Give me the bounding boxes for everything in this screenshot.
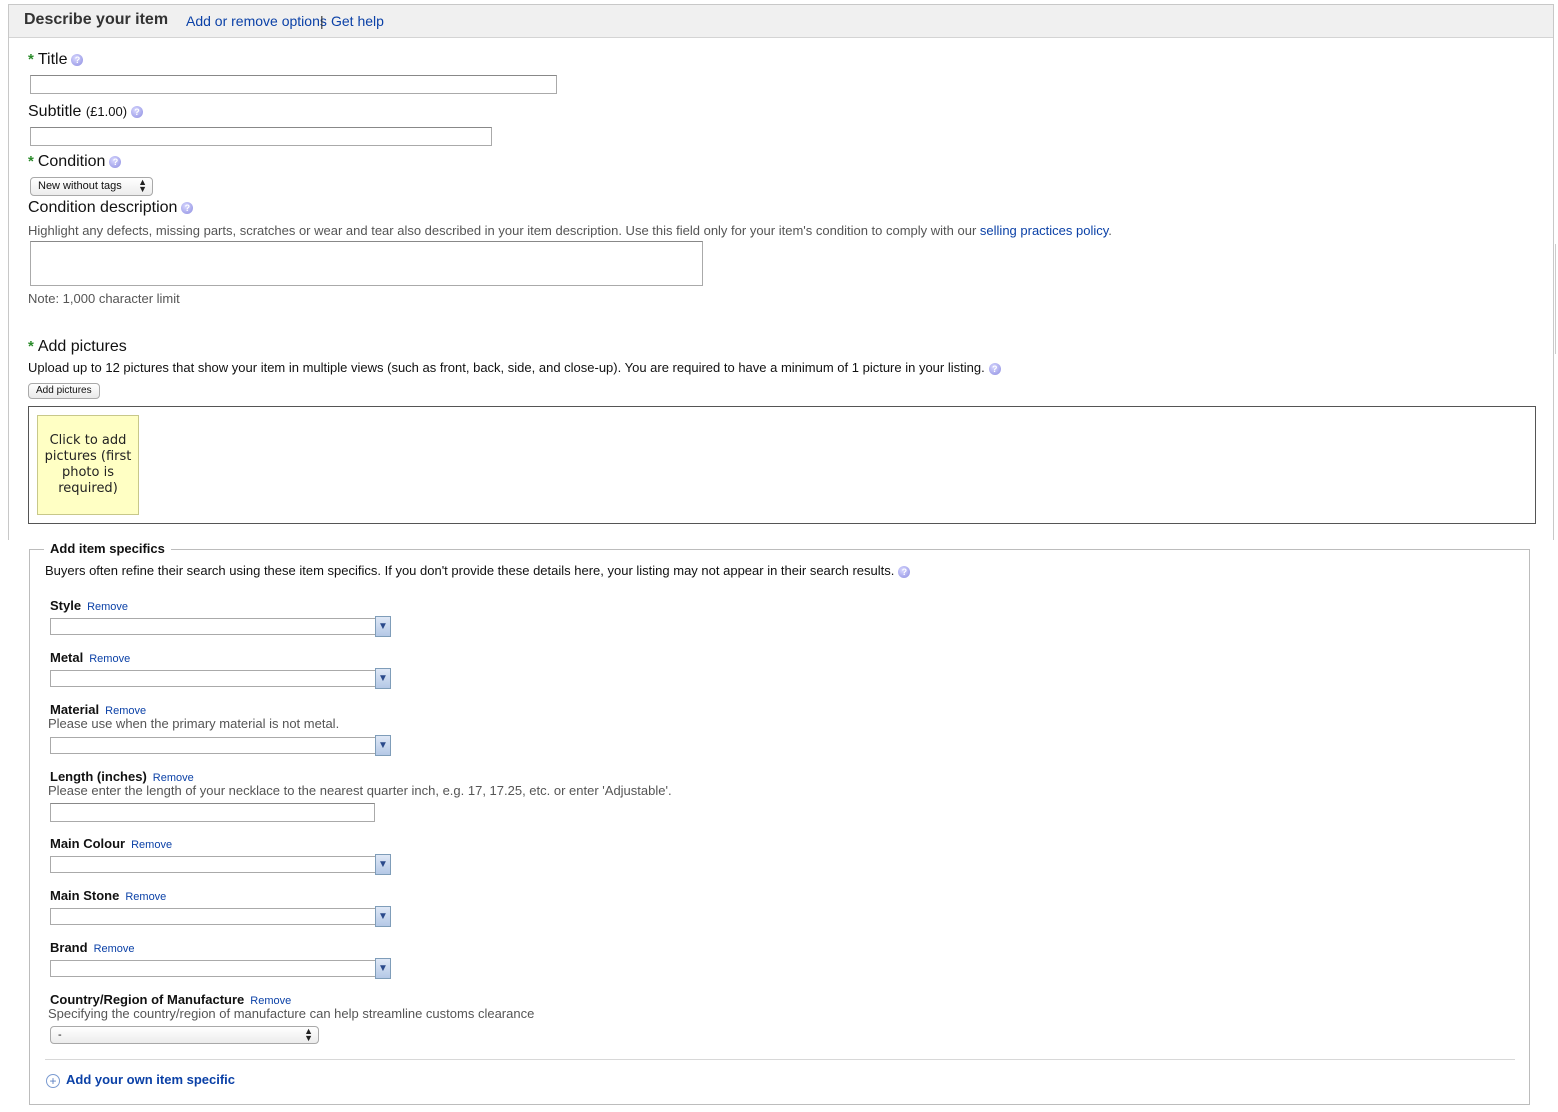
remove-brand-link[interactable]: Remove	[94, 943, 135, 955]
chevron-down-icon[interactable]: ▼	[375, 906, 391, 927]
condition-description-label: Condition description	[28, 199, 178, 216]
main-colour-input[interactable]	[50, 856, 376, 873]
condition-label-row: * Condition?	[28, 153, 122, 171]
brand-combobox[interactable]: ▼	[50, 958, 391, 979]
remove-main-stone-link[interactable]: Remove	[125, 891, 166, 903]
selling-practices-policy-link[interactable]: selling practices policy	[980, 223, 1108, 238]
brand-label: Brand	[50, 940, 88, 955]
style-input[interactable]	[50, 618, 376, 635]
select-arrows-icon: ▲ ▼	[138, 177, 147, 194]
item-specifics-intro-row: Buyers often refine their search using t…	[45, 563, 911, 578]
pictures-label-row: * Add pictures	[28, 338, 127, 356]
chevron-down-icon[interactable]: ▼	[375, 668, 391, 689]
subtitle-label-row: Subtitle (£1.00)?	[28, 103, 144, 121]
get-help-link[interactable]: Get help	[331, 13, 384, 29]
panel-title: Describe your item	[24, 11, 169, 28]
plus-icon[interactable]: +	[46, 1074, 60, 1088]
main-colour-label-row: Main Colour Remove	[50, 835, 172, 853]
material-hint: Please use when the primary material is …	[48, 716, 340, 731]
brand-input[interactable]	[50, 960, 376, 977]
material-combobox[interactable]: ▼	[50, 735, 391, 756]
pictures-instructions: Upload up to 12 pictures that show your …	[28, 360, 985, 375]
character-limit-note: Note: 1,000 character limit	[28, 291, 180, 306]
style-combobox[interactable]: ▼	[50, 616, 391, 637]
main-stone-input[interactable]	[50, 908, 376, 925]
add-own-item-specific-link[interactable]: Add your own item specific	[66, 1072, 235, 1087]
item-specifics-intro: Buyers often refine their search using t…	[45, 563, 895, 578]
remove-metal-link[interactable]: Remove	[89, 653, 130, 665]
condition-select[interactable]: New without tags ▲ ▼	[30, 177, 153, 196]
country-selected-value: -	[58, 1029, 62, 1041]
help-icon[interactable]: ?	[898, 565, 911, 578]
main-stone-combobox[interactable]: ▼	[50, 906, 391, 927]
length-label: Length (inches)	[50, 769, 147, 784]
country-select[interactable]: - ▲ ▼	[50, 1026, 319, 1044]
metal-label: Metal	[50, 650, 84, 665]
material-label: Material	[50, 702, 100, 717]
select-arrows-icon: ▲ ▼	[304, 1026, 313, 1043]
condition-description-hint: Highlight any defects, missing parts, sc…	[28, 223, 1112, 238]
scroll-edge	[1555, 244, 1556, 354]
chevron-down-icon[interactable]: ▼	[375, 958, 391, 979]
item-specifics-legend: Add item specifics	[44, 541, 171, 556]
main-colour-label: Main Colour	[50, 836, 126, 851]
help-icon[interactable]: ?	[988, 362, 1001, 375]
material-input[interactable]	[50, 737, 376, 754]
remove-main-colour-link[interactable]: Remove	[131, 839, 172, 851]
metal-combobox[interactable]: ▼	[50, 668, 391, 689]
condition-hint-text: Highlight any defects, missing parts, sc…	[28, 223, 977, 238]
title-label-row: * Title?	[28, 51, 84, 69]
condition-selected-value: New without tags	[38, 180, 122, 192]
help-icon[interactable]: ?	[71, 53, 84, 66]
metal-label-row: Metal Remove	[50, 649, 130, 667]
length-input[interactable]	[50, 803, 375, 822]
chevron-down-icon[interactable]: ▼	[375, 854, 391, 875]
add-remove-options-link[interactable]: Add or remove options	[186, 13, 327, 29]
required-marker: *	[28, 153, 34, 170]
divider	[45, 1059, 1515, 1060]
main-colour-combobox[interactable]: ▼	[50, 854, 391, 875]
country-label: Country/Region of Manufacture	[50, 992, 245, 1007]
condition-description-label-row: Condition description?	[28, 199, 194, 217]
brand-label-row: Brand Remove	[50, 939, 135, 957]
style-label-row: Style Remove	[50, 597, 128, 615]
country-hint: Specifying the country/region of manufac…	[48, 1006, 535, 1021]
title-label: Title	[37, 51, 68, 68]
chevron-down-icon[interactable]: ▼	[375, 735, 391, 756]
condition-hint-suffix: .	[1108, 223, 1112, 238]
add-pictures-button[interactable]: Add pictures	[28, 383, 100, 399]
style-label: Style	[50, 598, 82, 613]
pictures-dropzone: Click to add pictures (first photo is re…	[28, 406, 1536, 524]
pictures-instructions-row: Upload up to 12 pictures that show your …	[28, 360, 1001, 375]
help-icon[interactable]: ?	[131, 105, 144, 118]
condition-label: Condition	[37, 153, 106, 170]
title-input[interactable]	[30, 75, 557, 94]
help-icon[interactable]: ?	[181, 201, 194, 214]
add-picture-slot[interactable]: Click to add pictures (first photo is re…	[37, 415, 139, 515]
main-stone-label: Main Stone	[50, 888, 120, 903]
header-separator: |	[320, 13, 324, 29]
metal-input[interactable]	[50, 670, 376, 687]
panel-header: Describe your item Add or remove options…	[9, 5, 1553, 38]
length-hint: Please enter the length of your necklace…	[48, 783, 672, 798]
subtitle-label: Subtitle	[28, 103, 82, 120]
main-stone-label-row: Main Stone Remove	[50, 887, 166, 905]
pictures-label: Add pictures	[37, 338, 127, 355]
required-marker: *	[28, 338, 34, 355]
required-marker: *	[28, 51, 34, 68]
subtitle-price: (£1.00)	[85, 104, 128, 119]
help-icon[interactable]: ?	[109, 155, 122, 168]
remove-style-link[interactable]: Remove	[87, 601, 128, 613]
condition-description-textarea[interactable]	[30, 241, 703, 286]
chevron-down-icon[interactable]: ▼	[375, 616, 391, 637]
subtitle-input[interactable]	[30, 127, 492, 146]
